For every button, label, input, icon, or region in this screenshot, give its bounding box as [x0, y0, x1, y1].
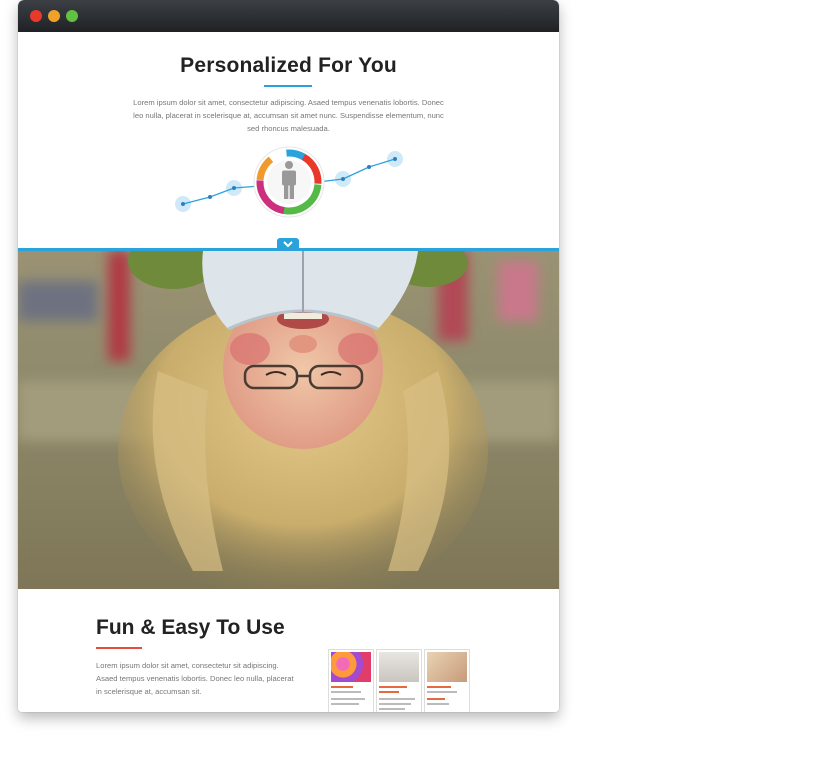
card-thumbnail — [331, 652, 371, 682]
card-text-line — [379, 698, 415, 700]
graph-point — [393, 157, 397, 161]
card-text-line — [331, 698, 365, 700]
card-text-line — [427, 686, 451, 688]
graph-line-left — [182, 185, 261, 205]
personalization-graph — [175, 146, 403, 218]
hero-section: Personalized For You Lorem ipsum dolor s… — [18, 32, 559, 248]
card-text-line — [379, 703, 411, 705]
feature-description: Lorem ipsum dolor sit amet, consectetur … — [96, 661, 294, 696]
preview-card[interactable] — [377, 650, 421, 712]
card-text-line — [379, 686, 407, 688]
hero-title: Personalized For You — [180, 54, 397, 77]
graph-point — [181, 202, 185, 206]
feature-title-underline — [96, 647, 142, 649]
graph-line-right — [317, 158, 396, 183]
scroll-down-button[interactable] — [277, 238, 299, 251]
maximize-button[interactable] — [66, 10, 78, 22]
graph-point — [341, 177, 345, 181]
card-text-line — [379, 708, 405, 710]
card-text-line — [331, 691, 361, 693]
browser-window: Personalized For You Lorem ipsum dolor s… — [18, 0, 559, 712]
card-text-line — [331, 686, 353, 688]
graph-point — [367, 165, 371, 169]
title-bar — [18, 0, 559, 32]
close-button[interactable] — [30, 10, 42, 22]
preview-card[interactable] — [425, 650, 469, 712]
card-thumbnail — [427, 652, 467, 682]
card-thumbnail — [379, 652, 419, 682]
graph-point — [208, 195, 212, 199]
card-text-line — [427, 691, 457, 693]
hero-description: Lorem ipsum dolor sit amet, consectetur … — [133, 98, 444, 133]
preview-card[interactable] — [329, 650, 373, 712]
card-text-line — [427, 703, 449, 705]
minimize-button[interactable] — [48, 10, 60, 22]
feature-section: Fun & Easy To Use Lorem ipsum dolor sit … — [18, 589, 559, 712]
card-text-line — [379, 691, 399, 693]
chevron-down-icon — [283, 241, 293, 248]
hero-title-underline — [264, 85, 312, 87]
graph-point — [232, 186, 236, 190]
card-text-line — [427, 698, 445, 700]
card-text-line — [331, 703, 359, 705]
feature-title: Fun & Easy To Use — [96, 616, 285, 639]
profile-ring — [253, 146, 325, 218]
hero-photo — [18, 251, 559, 589]
